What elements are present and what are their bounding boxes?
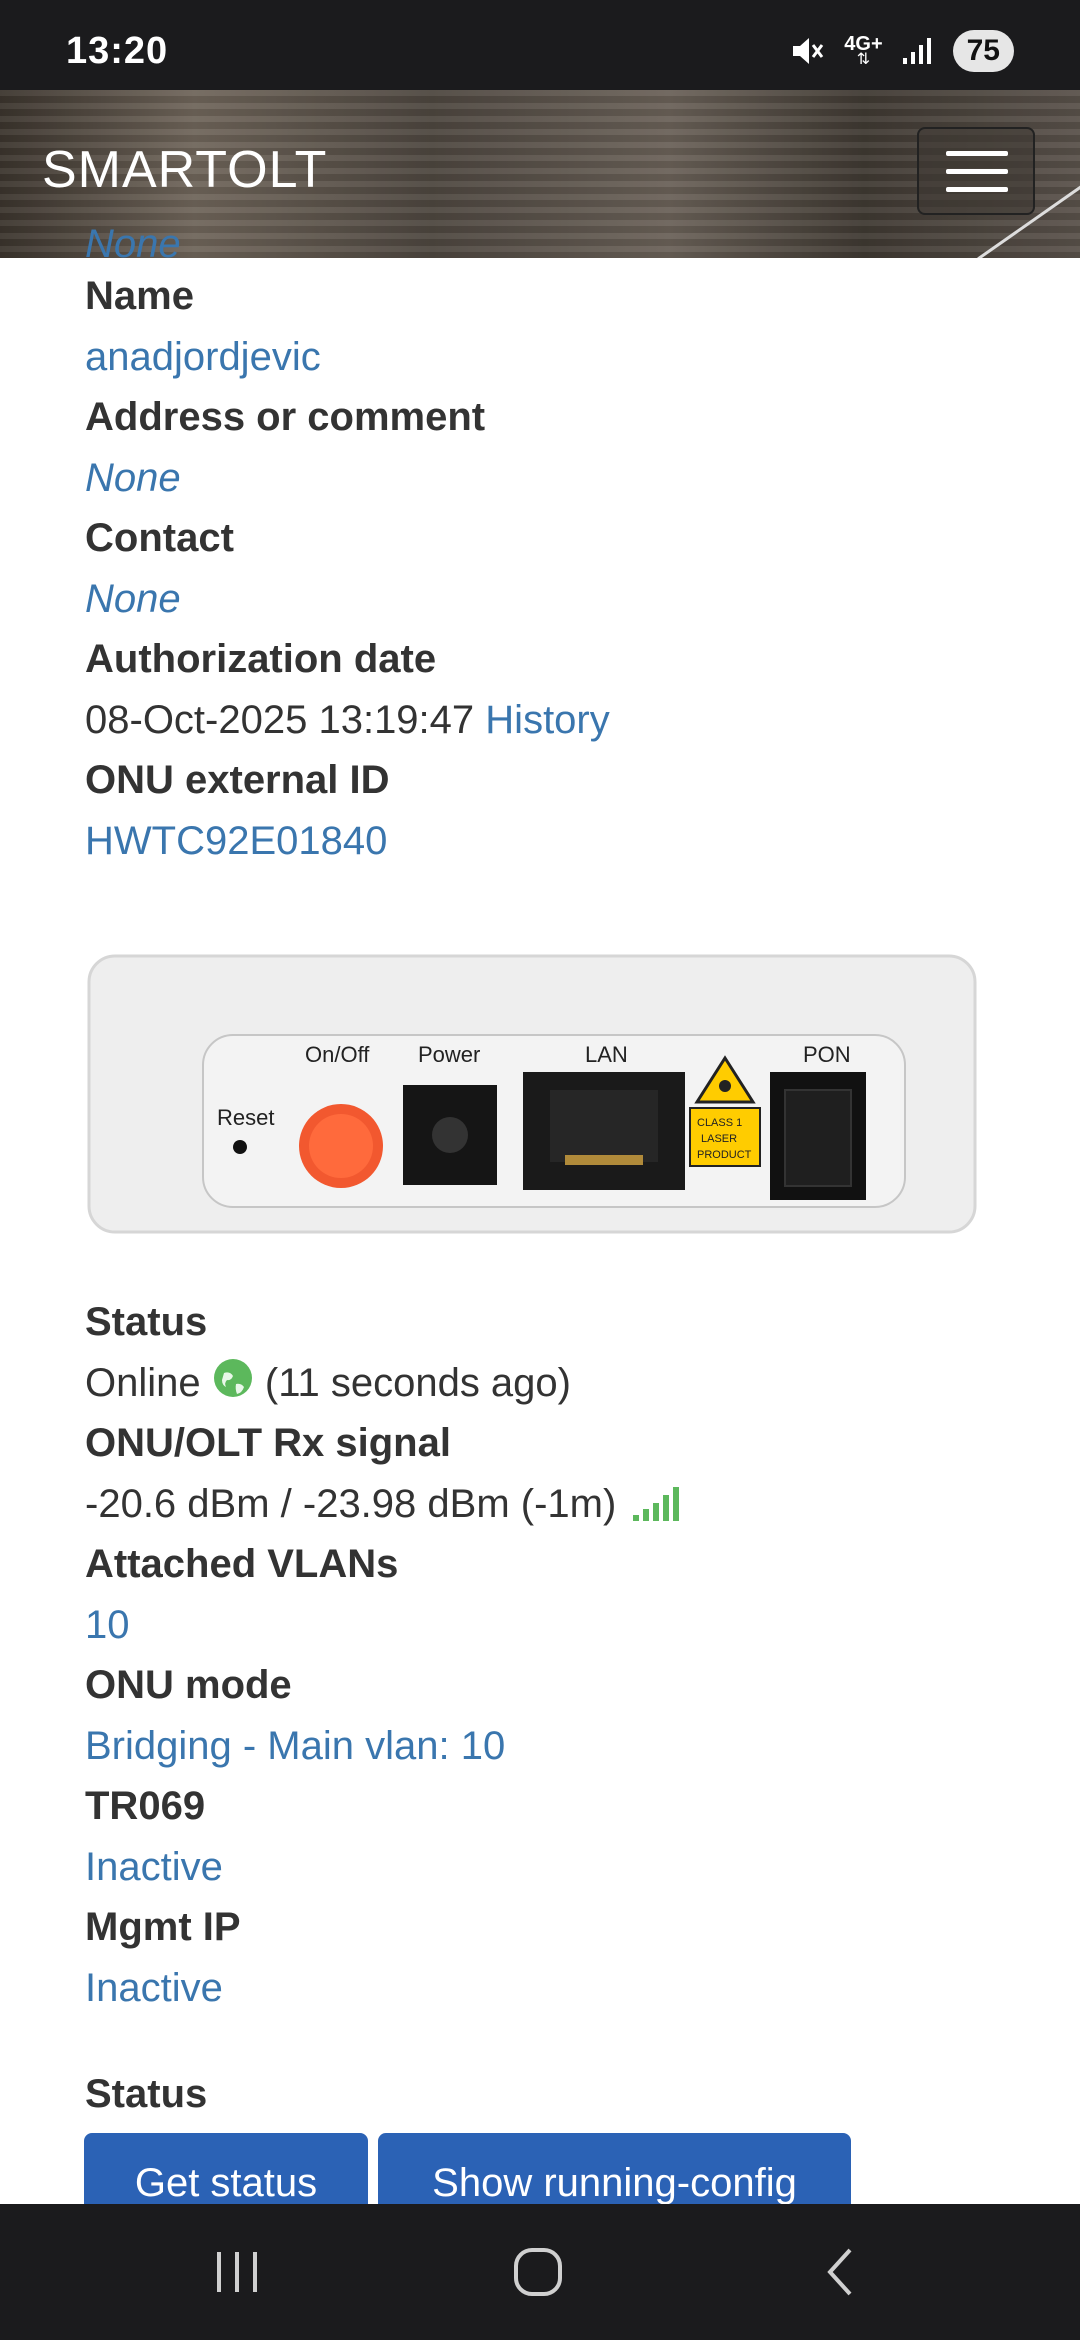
status-time: (11 seconds ago) (264, 1360, 571, 1405)
clock: 13:20 (66, 30, 169, 72)
battery-icon: 75 (952, 30, 1014, 72)
pon-label: PON (803, 1042, 851, 1067)
rx-signal-label: ONU/OLT Rx signal (85, 1421, 451, 1465)
authorization-date-label: Authorization date (85, 637, 437, 681)
onu-status-info: Status Online (11 seconds ago) ONU/OLT R… (85, 1292, 1045, 2018)
back-icon[interactable] (820, 2244, 860, 2300)
signal-strength-icon (633, 1486, 680, 1521)
previous-value: None (85, 222, 181, 266)
address-label: Address or comment (85, 395, 486, 439)
tr069-label: TR069 (85, 1784, 206, 1828)
status-label: Status (85, 1300, 208, 1344)
contact-value[interactable]: None (85, 569, 1045, 630)
external-id-label: ONU external ID (85, 758, 390, 802)
svg-text:LASER: LASER (701, 1133, 737, 1145)
name-label: Name (85, 274, 194, 318)
onu-mode-label: ONU mode (85, 1663, 292, 1707)
onu-details: None Name anadjordjevic Address or comme… (85, 222, 1045, 872)
rx-signal-row: -20.6 dBm / -23.98 dBm (-1m) (85, 1474, 1045, 1535)
status-row: Online (11 seconds ago) (85, 1353, 1045, 1414)
signal-icon (902, 38, 931, 64)
vlans-label: Attached VLANs (85, 1542, 399, 1586)
status-icons: 4G+ ⇅ 75 (790, 30, 1014, 72)
mute-icon (793, 38, 824, 64)
system-navigation-bar (0, 2204, 1080, 2340)
contact-label: Contact (85, 516, 234, 560)
recent-apps-icon[interactable] (212, 2244, 262, 2300)
mgmt-ip-value[interactable]: Inactive (85, 1958, 1045, 2019)
vlans-value[interactable]: 10 (85, 1595, 1045, 1656)
home-icon[interactable] (510, 2244, 566, 2300)
svg-text:PRODUCT: PRODUCT (697, 1149, 752, 1161)
power-label: Power (418, 1042, 480, 1067)
authorization-date-value: 08-Oct-2025 13:19:47 (85, 697, 475, 742)
reset-label: Reset (217, 1105, 274, 1130)
reset-hole (233, 1140, 247, 1154)
authorization-date-row: 08-Oct-2025 13:19:47 History (85, 690, 1045, 751)
name-value[interactable]: anadjordjevic (85, 327, 1045, 388)
svg-text:CLASS 1: CLASS 1 (697, 1117, 742, 1129)
status-value: Online (85, 1360, 201, 1405)
onoff-label: On/Off (305, 1042, 370, 1067)
onu-mode-value[interactable]: Bridging - Main vlan: 10 (85, 1716, 1045, 1777)
external-id-value[interactable]: HWTC92E01840 (85, 811, 1045, 872)
history-link[interactable]: History (485, 698, 609, 742)
lan-label: LAN (585, 1042, 628, 1067)
mgmt-ip-label: Mgmt IP (85, 1905, 241, 1949)
status-section-title: Status (85, 2072, 208, 2116)
network-4g-icon: 4G+ ⇅ (844, 33, 883, 68)
rx-signal-value: -20.6 dBm / -23.98 dBm (-1m) (85, 1481, 617, 1526)
globe-icon (213, 1358, 252, 1397)
tr069-value[interactable]: Inactive (85, 1837, 1045, 1898)
system-status-bar: 13:20 4G+ ⇅ 75 (0, 0, 1080, 90)
onu-device-image: Reset On/Off Power LAN CLASS 1 LASER PRO… (87, 954, 977, 1234)
hamburger-menu-icon[interactable] (917, 127, 1035, 215)
address-value[interactable]: None (85, 448, 1045, 509)
brand-logo[interactable]: SMARTOLT (42, 140, 327, 200)
